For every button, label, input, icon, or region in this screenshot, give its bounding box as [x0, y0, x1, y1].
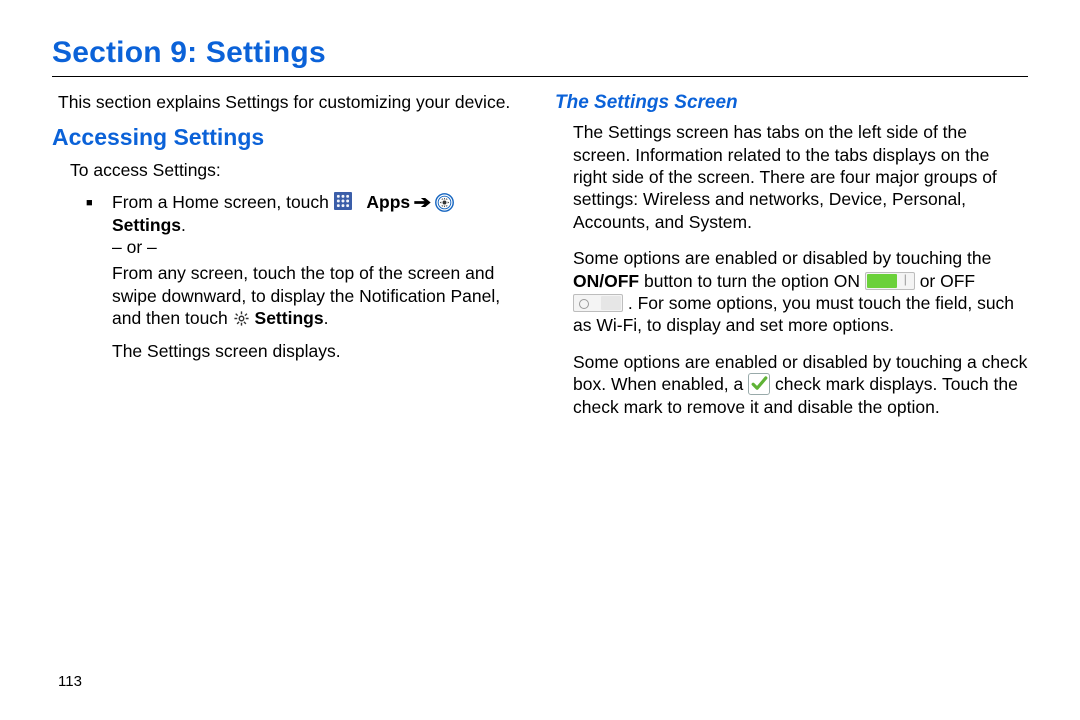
p2b: button to turn the option ON	[644, 271, 865, 291]
divider	[52, 76, 1028, 77]
period: .	[181, 215, 186, 235]
left-column: This section explains Settings for custo…	[52, 91, 525, 432]
p2c: or OFF	[920, 271, 975, 291]
right-column: The Settings Screen The Settings screen …	[555, 91, 1028, 432]
p1: The Settings screen has tabs on the left…	[573, 121, 1028, 233]
apps-label: Apps	[366, 192, 410, 212]
settings-gear-icon	[233, 310, 250, 327]
p2d: . For some options, you must touch the f…	[573, 293, 1014, 335]
period2: .	[324, 308, 329, 328]
intro-text: This section explains Settings for custo…	[58, 91, 525, 113]
toggle-on-icon	[865, 272, 915, 290]
swipe-paragraph: From any screen, touch the top of the sc…	[112, 262, 525, 329]
spacer	[357, 192, 362, 212]
bullet-marker: ■	[86, 191, 112, 258]
displays-text: The Settings screen displays.	[112, 340, 525, 362]
settings-gear-icon	[435, 193, 454, 212]
bullet-item: ■ From a Home screen, touch Apps ➔	[86, 191, 525, 258]
settings-label: Settings	[112, 215, 181, 235]
checkbox-checked-icon	[748, 373, 770, 395]
p2a: Some options are enabled or disabled by …	[573, 248, 991, 268]
section-title: Section 9: Settings	[52, 36, 1028, 70]
settings-screen-heading: The Settings Screen	[555, 91, 1028, 115]
onoff-label: ON/OFF	[573, 271, 639, 291]
or-text: – or –	[112, 237, 157, 257]
lead-text: To access Settings:	[70, 159, 525, 181]
p3: Some options are enabled or disabled by …	[573, 351, 1028, 418]
settings-label-2: Settings	[255, 308, 324, 328]
bullet-prefix: From a Home screen, touch	[112, 192, 334, 212]
p2: Some options are enabled or disabled by …	[573, 247, 1028, 337]
accessing-heading: Accessing Settings	[52, 123, 525, 152]
page-number: 113	[58, 673, 82, 690]
arrow-icon: ➔	[414, 191, 432, 213]
apps-grid-icon	[334, 192, 352, 210]
toggle-off-icon	[573, 294, 623, 312]
